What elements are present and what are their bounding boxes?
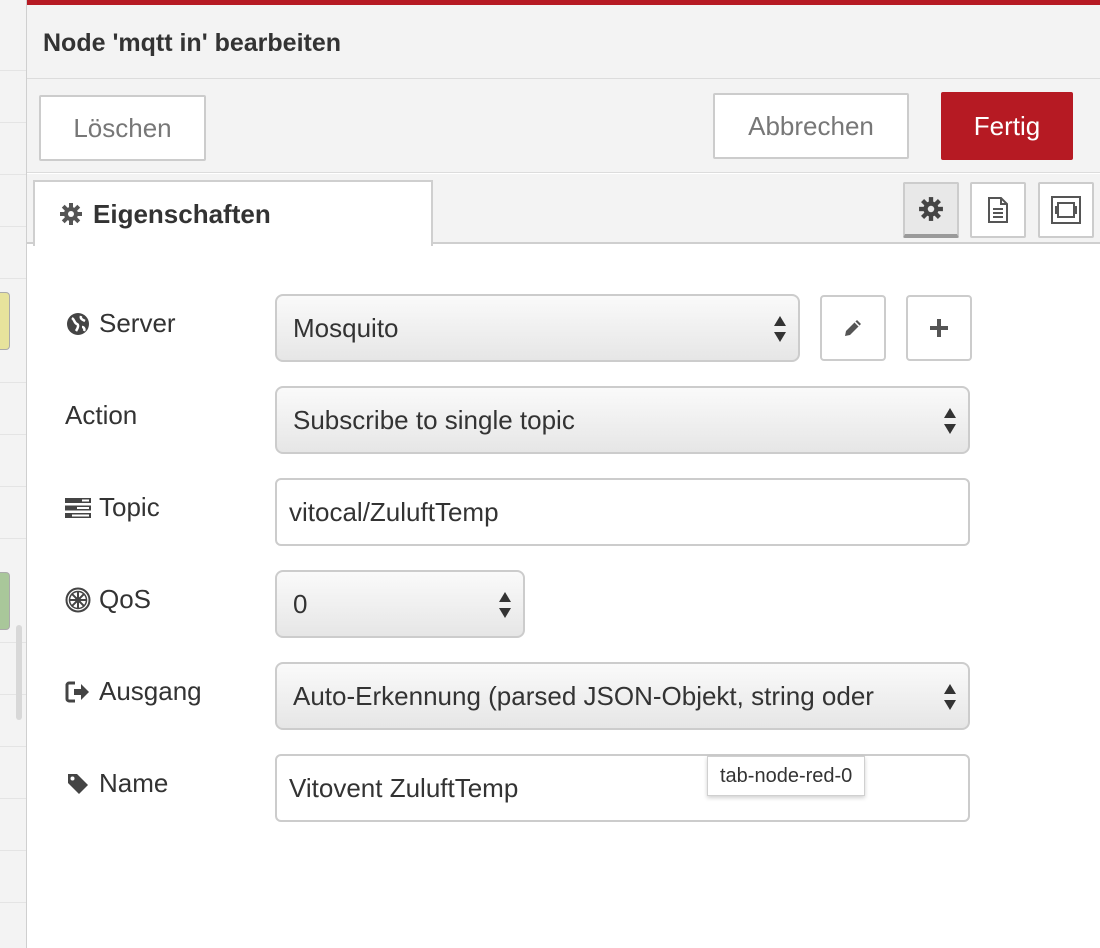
flow-node-stub[interactable]: [0, 572, 10, 630]
node-appearance-icon: [1050, 195, 1082, 225]
topic-input[interactable]: vitocal/ZuluftTemp: [275, 478, 970, 546]
tab-properties-label: Eigenschaften: [93, 198, 271, 229]
server-label: Server: [65, 308, 176, 339]
qos-select[interactable]: 0: [275, 570, 525, 638]
edit-server-button[interactable]: [820, 295, 886, 361]
topic-label: Topic: [65, 492, 160, 523]
server-select[interactable]: Mosquito: [275, 294, 800, 362]
output-select-value: Auto-Erkennung (parsed JSON-Objekt, stri…: [293, 680, 874, 711]
tray-toolbar: Löschen Abbrechen Fertig: [27, 79, 1100, 173]
done-button[interactable]: Fertig: [941, 92, 1073, 160]
output-label-text: Ausgang: [99, 676, 202, 706]
action-select[interactable]: Subscribe to single topic: [275, 386, 970, 454]
properties-form: Server Mosquito Action Subscribe to sing…: [27, 246, 1100, 946]
document-icon: [986, 196, 1010, 224]
plus-icon: [928, 317, 950, 339]
edit-tray: Node 'mqtt in' bearbeiten Löschen Abbrec…: [26, 0, 1100, 948]
server-select-value: Mosquito: [293, 312, 399, 343]
select-arrows-icon: [772, 313, 788, 345]
select-arrows-icon: [942, 405, 958, 437]
tray-title: Node 'mqtt in' bearbeiten: [43, 29, 342, 57]
select-arrows-icon: [942, 681, 958, 713]
delete-button[interactable]: Löschen: [39, 95, 206, 161]
tasks-icon: [65, 495, 91, 521]
pencil-icon: [841, 316, 865, 340]
output-label: Ausgang: [65, 676, 202, 707]
topic-label-text: Topic: [99, 492, 160, 522]
workspace-scrollbar[interactable]: [16, 625, 22, 720]
tag-icon: [65, 771, 91, 797]
server-label-text: Server: [99, 308, 176, 338]
action-label: Action: [65, 400, 137, 431]
gear-icon: [918, 196, 944, 222]
name-label-text: Name: [99, 768, 169, 798]
globe-icon: [65, 311, 91, 337]
action-label-text: Action: [65, 400, 138, 430]
name-label: Name: [65, 768, 168, 799]
workspace-backdrop: [0, 0, 26, 948]
tooltip: tab-node-red-0: [707, 756, 866, 796]
empire-icon: [65, 587, 91, 613]
qos-label-text: QoS: [99, 584, 152, 614]
tray-header: Node 'mqtt in' bearbeiten: [27, 5, 1100, 79]
description-tab-button[interactable]: [970, 182, 1026, 238]
sign-out-icon: [65, 679, 91, 705]
tab-properties[interactable]: Eigenschaften: [33, 180, 433, 246]
cancel-button[interactable]: Abbrechen: [713, 93, 909, 159]
qos-select-value: 0: [293, 588, 308, 619]
select-arrows-icon: [497, 589, 513, 621]
qos-label: QoS: [65, 584, 151, 615]
add-server-button[interactable]: [906, 295, 972, 361]
flow-node-stub[interactable]: [0, 292, 10, 350]
settings-tab-button[interactable]: [903, 182, 959, 238]
name-input[interactable]: Vitovent ZuluftTemp: [275, 754, 970, 822]
tab-bar: Eigenschaften: [27, 174, 1100, 246]
output-select[interactable]: Auto-Erkennung (parsed JSON-Objekt, stri…: [275, 662, 970, 730]
action-select-value: Subscribe to single topic: [293, 404, 575, 435]
gear-icon: [59, 202, 83, 226]
appearance-tab-button[interactable]: [1038, 182, 1094, 238]
